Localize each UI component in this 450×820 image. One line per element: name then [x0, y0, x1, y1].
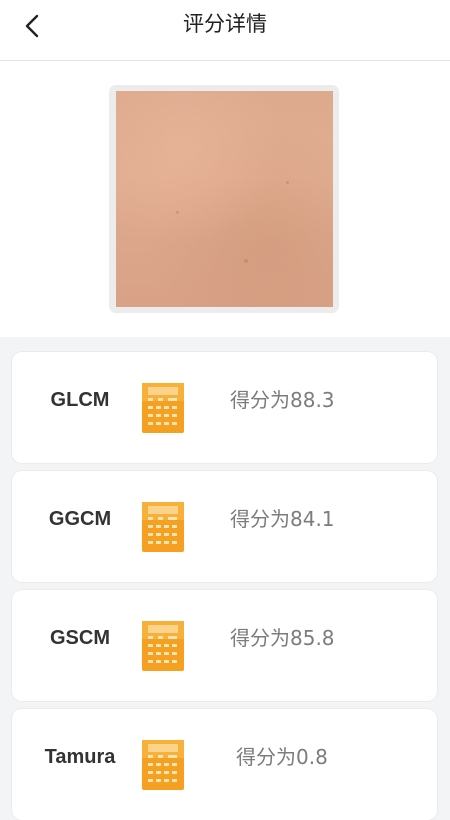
score-text: 得分为84.1 [230, 507, 335, 531]
method-name: Tamura [44, 746, 116, 768]
header-bar: 评分详情 [0, 0, 450, 61]
score-card-tamura[interactable]: Tamura 得分为0.8 [12, 709, 437, 820]
calculator-icon [142, 502, 184, 552]
score-card-glcm[interactable]: GLCM 得分为88.3 [12, 352, 437, 463]
calculator-icon [142, 740, 184, 790]
method-name: GSCM [50, 627, 110, 649]
skin-spot [286, 181, 289, 184]
method-name: GLCM [50, 389, 110, 411]
image-section [0, 61, 450, 337]
score-card-ggcm[interactable]: GGCM 得分为84.1 [12, 471, 437, 582]
skin-spot [176, 211, 179, 214]
page-title: 评分详情 [183, 12, 267, 36]
calculator-icon [142, 383, 184, 433]
skin-spot [244, 259, 248, 263]
score-text: 得分为0.8 [236, 745, 328, 769]
score-card-gscm[interactable]: GSCM 得分为85.8 [12, 590, 437, 701]
method-name: GGCM [48, 508, 112, 530]
photo-frame [109, 85, 339, 313]
skin-image[interactable] [116, 91, 333, 307]
score-text: 得分为85.8 [230, 626, 335, 650]
score-text: 得分为88.3 [230, 388, 335, 412]
calculator-icon [142, 621, 184, 671]
